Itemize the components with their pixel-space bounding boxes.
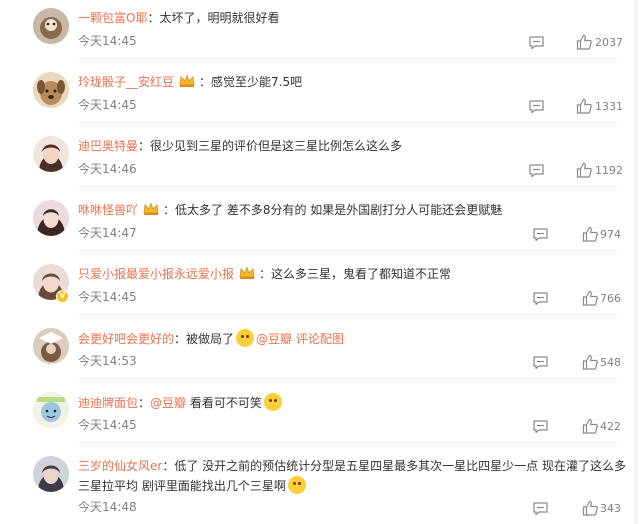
comment-text: 低了 没开之前的预估统计分型是五星四星最多其次一星比四星少一点 现在灌了这么多 (174, 459, 626, 473)
heart-eyes-emoji-icon (263, 393, 282, 411)
username-link[interactable]: 迪巴奥特曼 (78, 139, 138, 153)
avatar[interactable] (33, 392, 69, 428)
crown-badge-icon (239, 266, 255, 279)
divider (78, 250, 620, 251)
avatar[interactable] (33, 456, 69, 492)
username-link[interactable]: 一颗包富O耶 (78, 11, 147, 25)
like-count: 343 (600, 502, 621, 515)
divider (78, 122, 620, 123)
username-link[interactable]: 三岁的仙女风er (78, 459, 162, 473)
comment-time: 今天14:53 (78, 354, 137, 368)
divider (78, 186, 620, 187)
like-icon[interactable] (576, 34, 592, 50)
comment-text: 很少见到三星的评价但是这三星比例怎么这么多 (150, 139, 403, 153)
colon: ： (162, 459, 175, 473)
like-count: 2037 (595, 36, 623, 49)
reply-icon[interactable] (533, 228, 548, 241)
comment-text: 感觉至少能7.5吧 (211, 75, 303, 89)
grin-emoji-icon (236, 329, 255, 347)
like-icon[interactable] (582, 500, 598, 516)
reply-icon[interactable] (533, 420, 548, 433)
verified-badge-icon: V (56, 290, 69, 303)
colon: ： (138, 139, 151, 153)
mention-link[interactable]: @豆瓣 (256, 332, 292, 346)
username-link[interactable]: 玲珑骰子__安红豆 (78, 75, 174, 89)
like-count: 548 (600, 356, 621, 369)
mention-link[interactable]: @豆瓣 (150, 396, 186, 410)
like-count: 422 (600, 420, 621, 433)
comment-text: 低太多了 差不多8分有的 如果是外国剧打分人可能还会更赋魅 (175, 203, 503, 217)
comment-text: 太坏了，明明就很好看 (159, 11, 280, 25)
comment-time: 今天14:45 (78, 418, 137, 432)
comment-text-continued: 三星拉平均 剧评里面能找出几个三星啊 (78, 479, 286, 493)
comment-time: 今天14:47 (78, 226, 137, 240)
colon: ： (199, 75, 212, 89)
reply-icon[interactable] (529, 164, 544, 177)
reply-icon[interactable] (533, 502, 548, 515)
comment-time: 今天14:46 (78, 162, 137, 176)
avatar[interactable] (33, 136, 69, 172)
like-icon[interactable] (576, 162, 592, 178)
like-icon[interactable] (582, 354, 598, 370)
image-link[interactable]: 评论配图 (296, 332, 344, 346)
crown-badge-icon (179, 74, 195, 87)
avatar[interactable] (33, 328, 69, 364)
like-count: 766 (600, 292, 621, 305)
like-icon[interactable] (576, 98, 592, 114)
like-count: 1192 (595, 164, 623, 177)
scrollbar[interactable] (634, 0, 638, 524)
username-link[interactable]: 会更好吧会更好的 (78, 332, 174, 346)
divider (78, 314, 620, 315)
like-count: 1331 (595, 100, 623, 113)
colon: ： (174, 332, 187, 346)
comment-time: 今天14:45 (78, 98, 137, 112)
colon: ： (138, 396, 151, 410)
like-icon[interactable] (582, 418, 598, 434)
username-link[interactable]: 迪迪牌面包 (78, 396, 138, 410)
comment-time: 今天14:48 (78, 500, 137, 514)
reply-icon[interactable] (533, 356, 548, 369)
comment-text: 这么多三星，鬼看了都知道不正常 (271, 267, 452, 281)
like-count: 974 (600, 228, 621, 241)
colon: ： (163, 203, 176, 217)
username-link[interactable]: 咻咻怪兽吖 (78, 203, 138, 217)
divider (78, 378, 620, 379)
divider (78, 58, 620, 59)
like-icon[interactable] (582, 226, 598, 242)
thinking-emoji-icon (287, 476, 306, 494)
divider (78, 442, 620, 443)
colon: ： (147, 11, 160, 25)
comment-text: 看看可不可笑 (189, 396, 262, 410)
avatar[interactable] (33, 8, 69, 44)
reply-icon[interactable] (529, 36, 544, 49)
comment-time: 今天14:45 (78, 34, 137, 48)
comment-text: 被做局了 (186, 332, 235, 346)
reply-icon[interactable] (533, 292, 548, 305)
username-link[interactable]: 只爱小报最爱小报永远爱小报 (78, 267, 234, 281)
crown-badge-icon (143, 202, 159, 215)
colon: ： (259, 267, 272, 281)
avatar[interactable] (33, 200, 69, 236)
like-icon[interactable] (582, 290, 598, 306)
comment-time: 今天14:45 (78, 290, 137, 304)
reply-icon[interactable] (529, 100, 544, 113)
avatar[interactable] (33, 72, 69, 108)
